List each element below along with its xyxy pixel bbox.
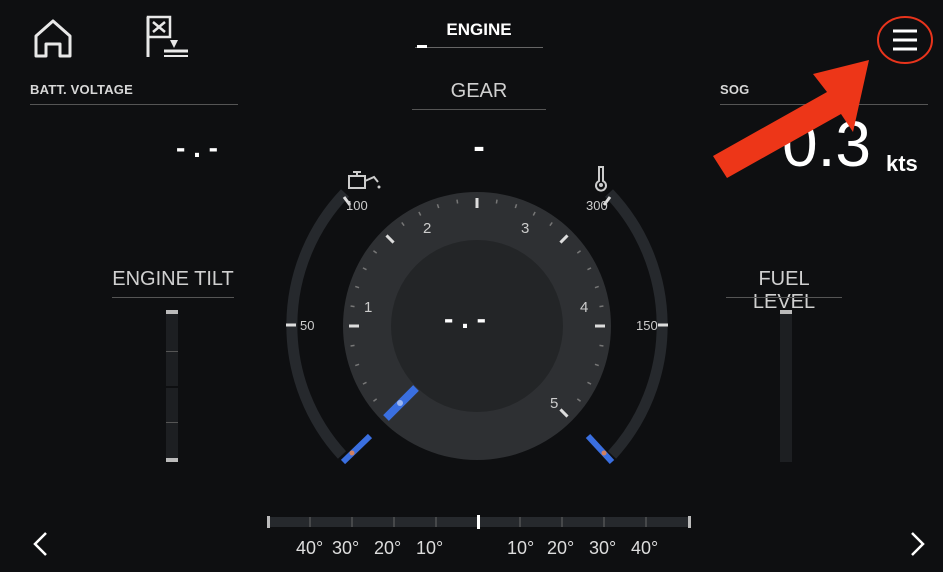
rpm-value: - . - — [444, 303, 486, 334]
fuel-level-divider — [726, 297, 842, 298]
trim-bar — [267, 515, 691, 529]
temperature-needle — [585, 433, 615, 465]
dial-tick — [350, 305, 355, 308]
trim-tick: 40° — [296, 538, 324, 558]
trim-tick: 30° — [589, 538, 617, 558]
temperature-tick-150: 150 — [636, 318, 658, 333]
oil-pressure-needle — [340, 433, 373, 465]
dial-tick — [495, 199, 498, 204]
trim-left-labels: 40° 30° 20° 10° — [296, 538, 456, 559]
batt-voltage-divider — [30, 104, 238, 105]
page-indicator-active — [417, 45, 427, 48]
engine-tilt-divider — [112, 297, 234, 298]
page-title[interactable]: ENGINE — [415, 20, 543, 50]
oil-pressure-tick-100: 100 — [346, 198, 368, 213]
previous-page-button[interactable] — [26, 528, 56, 560]
chevron-left-icon — [33, 532, 47, 556]
trim-right-labels: 10° 20° 30° 40° — [507, 538, 667, 559]
waypoint-button[interactable] — [140, 12, 196, 62]
thermometer-icon — [595, 166, 607, 192]
batt-voltage-value: - . - — [176, 132, 218, 163]
fuel-level-bar — [780, 310, 792, 462]
chevron-right-icon — [911, 532, 925, 556]
rpm-tick-5: 5 — [550, 395, 559, 412]
page-indicator-track — [415, 47, 543, 48]
temperature-tick-300: 300 — [586, 198, 608, 213]
menu-icon — [893, 29, 917, 51]
rpm-tick-2: 2 — [423, 220, 432, 237]
page-title-text: ENGINE — [446, 20, 512, 39]
home-icon — [34, 19, 72, 58]
dial-tick — [350, 344, 355, 347]
gear-divider — [412, 109, 546, 110]
engine-tilt-label: ENGINE TILT — [112, 268, 234, 290]
waypoint-flag-icon — [146, 15, 188, 57]
rpm-tick-1: 1 — [364, 299, 373, 316]
trim-tick: 30° — [332, 538, 360, 558]
rpm-tick-4: 4 — [580, 299, 589, 316]
next-page-button[interactable] — [902, 528, 932, 560]
trim-tick: 20° — [547, 538, 575, 558]
oil-can-icon — [348, 171, 381, 189]
oil-pressure-tick-50: 50 — [300, 318, 315, 333]
dial-tick — [599, 305, 604, 308]
trim-tick: 10° — [416, 538, 444, 558]
gear-label: GEAR — [450, 80, 508, 102]
sog-unit: kts — [886, 151, 918, 176]
dial-tick — [599, 344, 604, 347]
trim-tick: 10° — [507, 538, 535, 558]
gear-value: - — [473, 128, 485, 166]
trim-tick: 20° — [374, 538, 402, 558]
dial-tick — [456, 199, 459, 204]
batt-voltage-label: BATT. VOLTAGE — [30, 82, 133, 97]
engine-tilt-bar — [166, 310, 178, 462]
trim-tick: 40° — [631, 538, 659, 558]
home-button[interactable] — [28, 16, 78, 62]
annotation-arrow — [713, 60, 869, 178]
rpm-tick-3: 3 — [521, 220, 530, 237]
